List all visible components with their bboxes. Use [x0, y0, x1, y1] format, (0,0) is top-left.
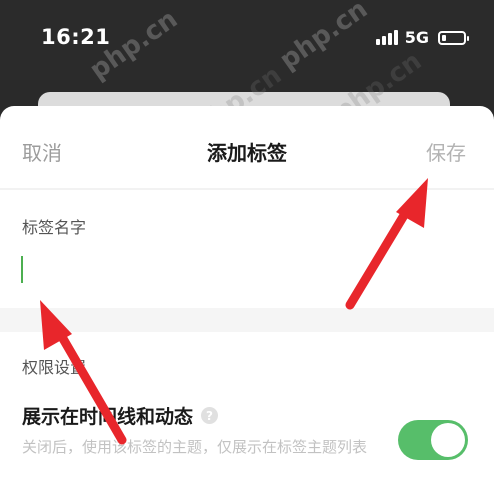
status-time: 16:21 [41, 25, 111, 49]
section-separator [0, 308, 494, 332]
network-type: 5G [404, 28, 429, 47]
add-tag-sheet: 添加标签 取消 保存 标签名字 权限设置 展示在时间线和动态 ? 关闭后，使用该… [0, 106, 494, 486]
toggle-knob [431, 423, 465, 457]
battery-icon [438, 30, 469, 45]
cancel-button[interactable]: 取消 [22, 137, 62, 166]
watermark: php.cn [274, 0, 374, 76]
tag-name-input[interactable] [20, 252, 460, 286]
question-circle-icon[interactable]: ? [201, 407, 219, 424]
signal-icon [375, 30, 398, 45]
status-indicators: 5G [375, 28, 469, 47]
tag-name-label: 标签名字 [22, 218, 87, 237]
battery-level [442, 34, 446, 41]
page-title: 添加标签 [207, 141, 287, 165]
permissions-label: 权限设置 [22, 358, 87, 377]
status-bar: 16:21 5G php.cn php.cn [0, 0, 494, 86]
save-button[interactable]: 保存 [426, 137, 466, 166]
nav-bar: 添加标签 取消 保存 [0, 106, 494, 190]
show-in-timeline-title: 展示在时间线和动态 ? [22, 402, 219, 429]
show-in-timeline-description: 关闭后，使用该标签的主题，仅展示在标签主题列表 [22, 438, 368, 456]
nav-divider [0, 188, 494, 190]
text-caret [21, 256, 23, 283]
show-in-timeline-toggle[interactable] [398, 420, 468, 460]
show-in-timeline-label: 展示在时间线和动态 [22, 406, 194, 428]
